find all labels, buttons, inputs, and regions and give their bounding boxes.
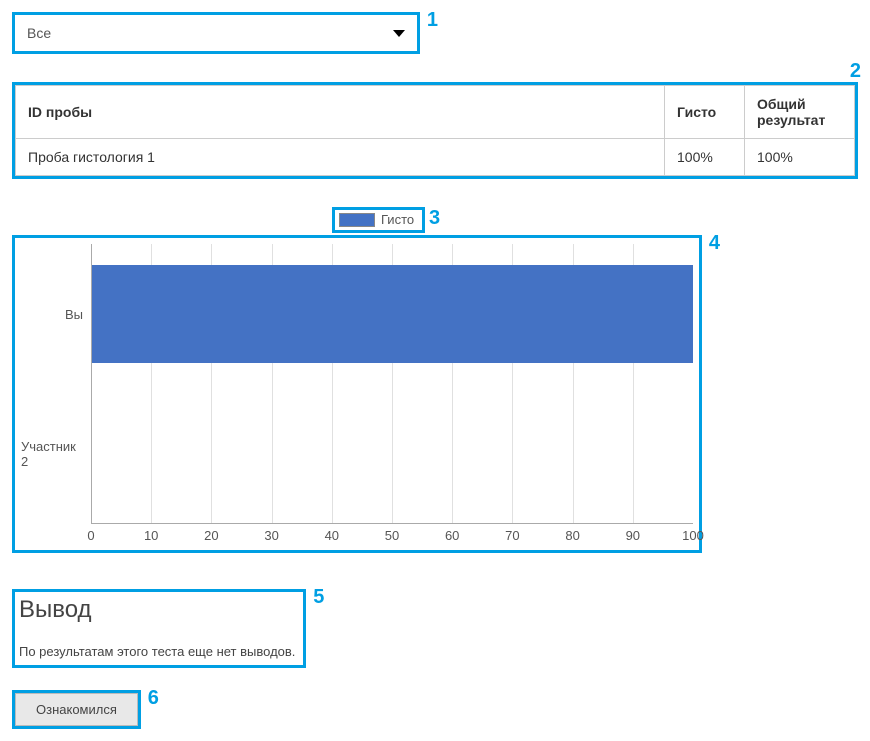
bar-row (92, 384, 693, 524)
acknowledge-button[interactable]: Ознакомился (15, 693, 138, 726)
bar (92, 265, 693, 363)
x-tick: 30 (264, 528, 278, 543)
chart-legend: Гисто (335, 210, 418, 229)
results-chart: Вы Участник 2 (21, 244, 693, 524)
y-category: Участник 2 (21, 384, 91, 524)
annotation-label: 4 (709, 232, 720, 255)
annotation-label: 1 (427, 9, 438, 32)
x-tick: 0 (87, 528, 94, 543)
cell-id: Проба гистология 1 (16, 139, 665, 176)
annotation-label: 3 (429, 207, 440, 230)
x-tick: 90 (626, 528, 640, 543)
chevron-down-icon (393, 30, 405, 37)
legend-label: Гисто (381, 212, 414, 227)
table-row: Проба гистология 1 100% 100% (16, 139, 855, 176)
x-tick: 80 (565, 528, 579, 543)
results-table: ID пробы Гисто Общий результат Проба гис… (15, 85, 855, 176)
legend-color-swatch (339, 213, 375, 227)
x-tick: 70 (505, 528, 519, 543)
filter-selected-value: Все (27, 25, 51, 41)
x-tick: 40 (325, 528, 339, 543)
cell-result: 100% (745, 139, 855, 176)
col-header-gisto: Гисто (665, 86, 745, 139)
conclusion-text: По результатам этого теста еще нет вывод… (19, 644, 295, 659)
annotation-label: 2 (850, 60, 861, 83)
x-tick: 60 (445, 528, 459, 543)
bar-row (92, 244, 693, 384)
col-header-result: Общий результат (745, 86, 855, 139)
conclusion-title: Вывод (19, 596, 295, 624)
cell-gisto: 100% (665, 139, 745, 176)
col-header-id: ID пробы (16, 86, 665, 139)
x-tick: 100 (682, 528, 704, 543)
filter-dropdown[interactable]: Все (15, 15, 417, 51)
annotation-label: 5 (313, 586, 324, 609)
annotation-label: 6 (148, 687, 159, 710)
x-tick: 10 (144, 528, 158, 543)
x-tick: 20 (204, 528, 218, 543)
x-tick: 50 (385, 528, 399, 543)
y-category: Вы (21, 244, 91, 384)
